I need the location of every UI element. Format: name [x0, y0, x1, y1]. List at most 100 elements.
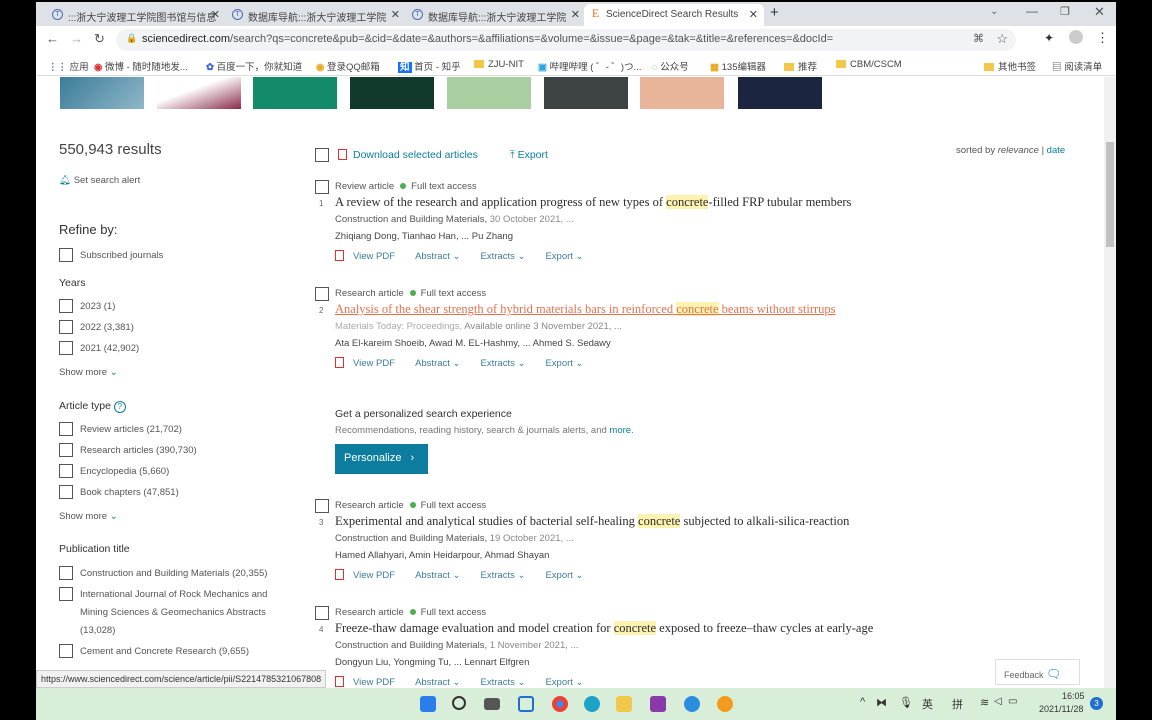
edge-icon[interactable]	[584, 696, 600, 712]
profile-avatar[interactable]	[1069, 30, 1083, 44]
clock-date[interactable]: 2021/11/28	[1039, 704, 1083, 714]
journal-cover[interactable]	[60, 77, 144, 109]
journal-cover[interactable]	[447, 77, 531, 109]
close-tab-icon[interactable]: ✕	[211, 8, 220, 21]
extensions-icon[interactable]: ✦	[1044, 31, 1054, 45]
export-toggle[interactable]: Export ⌄	[545, 251, 583, 262]
reload-icon[interactable]: ↻	[94, 31, 105, 47]
url-input[interactable]: 🔒 sciencedirect.com/search?qs=concrete&pu…	[116, 29, 1016, 51]
restore-button[interactable]: ❐	[1060, 5, 1070, 18]
article-checkbox[interactable]	[315, 499, 329, 513]
download-selected-button[interactable]: Download selected articles	[338, 149, 478, 161]
pub-checkbox[interactable]	[59, 566, 73, 580]
translate-icon[interactable]: ⌘	[973, 32, 984, 45]
type-checkbox[interactable]	[59, 464, 73, 478]
type-checkbox[interactable]	[59, 485, 73, 499]
task-view-icon[interactable]	[484, 698, 500, 710]
bookmark-recommend[interactable]: 推荐	[784, 59, 817, 73]
bookmark-bilibili[interactable]: ▣ 哔哩哔哩 ( ゜- ゜)つ...	[538, 59, 641, 73]
bookmark-zhihu[interactable]: 知 首页 - 知乎	[398, 59, 461, 73]
abstract-toggle[interactable]: Abstract ⌄	[415, 358, 460, 369]
article-title-link[interactable]: Freeze-thaw damage evaluation and model …	[335, 621, 873, 636]
extracts-toggle[interactable]: Extracts ⌄	[481, 358, 526, 369]
journal-cover[interactable]	[350, 77, 434, 109]
type-checkbox[interactable]	[59, 422, 73, 436]
tab-search-icon[interactable]: ⌄	[990, 6, 998, 17]
bookmark-weibo[interactable]: ◉ 微博 - 随时随地发...	[94, 59, 188, 73]
article-title-link[interactable]: Experimental and analytical studies of b…	[335, 514, 849, 529]
export-toggle[interactable]: Export ⌄	[545, 570, 583, 581]
notification-badge[interactable]: 3	[1090, 697, 1103, 710]
view-pdf-link[interactable]: View PDF	[335, 357, 395, 369]
tray-chevron-icon[interactable]: ^	[860, 696, 865, 708]
article-title-link[interactable]: A review of the research and application…	[335, 195, 851, 210]
chrome-icon[interactable]	[552, 696, 568, 712]
search-icon[interactable]	[452, 696, 466, 710]
close-tab-icon[interactable]: ✕	[571, 8, 580, 21]
bookmark-135[interactable]: ▦ 135编辑器	[710, 59, 766, 73]
set-search-alert-link[interactable]: 🔔︎ Set search alert	[59, 175, 140, 186]
abstract-toggle[interactable]: Abstract ⌄	[415, 251, 460, 262]
app-icon[interactable]	[650, 696, 666, 712]
menu-icon[interactable]: ⋮	[1096, 30, 1109, 46]
types-show-more[interactable]: Show more ⌄	[59, 511, 118, 522]
year-checkbox[interactable]	[59, 299, 73, 313]
pub-checkbox[interactable]	[59, 587, 73, 601]
tab-sciencedirect[interactable]: E ScienceDirect Search Results ✕	[584, 4, 764, 26]
minimize-button[interactable]: —	[1026, 4, 1038, 18]
export-button[interactable]: ⤒ Export	[510, 149, 548, 162]
forward-icon[interactable]: →	[70, 31, 83, 46]
tab-database-2[interactable]: T 数据库导航:::浙大宁波理工学院 ✕	[406, 4, 586, 26]
new-tab-button[interactable]: +	[770, 4, 779, 21]
journal-cover[interactable]	[544, 77, 628, 109]
feedback-button[interactable]: Feedback 🗨︎	[995, 659, 1080, 685]
article-checkbox[interactable]	[315, 287, 329, 301]
bookmark-star-icon[interactable]: ☆	[996, 31, 1008, 47]
sort-date[interactable]: date	[1047, 145, 1066, 156]
journal-cover[interactable]	[253, 77, 337, 109]
extracts-toggle[interactable]: Extracts ⌄	[481, 677, 526, 688]
year-checkbox[interactable]	[59, 341, 73, 355]
sort-relevance[interactable]: relevance	[998, 145, 1039, 156]
export-toggle[interactable]: Export ⌄	[545, 677, 583, 688]
close-tab-icon[interactable]: ✕	[391, 8, 400, 21]
bookmark-other[interactable]: 其他书签	[984, 59, 1036, 73]
type-checkbox[interactable]	[59, 443, 73, 457]
bookmark-qqmail[interactable]: ◉ 登录QQ邮箱	[316, 59, 380, 73]
personalize-button[interactable]: Personalize ›	[335, 444, 428, 474]
export-toggle[interactable]: Export ⌄	[545, 358, 583, 369]
wifi-icon[interactable]: ≋	[980, 696, 989, 709]
subscribed-checkbox[interactable]	[59, 248, 73, 262]
pub-checkbox[interactable]	[59, 644, 73, 658]
view-pdf-link[interactable]: View PDF	[335, 569, 395, 581]
extracts-toggle[interactable]: Extracts ⌄	[481, 570, 526, 581]
tab-database-1[interactable]: T 数据库导航:::浙大宁波理工学院 ✕	[226, 4, 406, 26]
close-window-button[interactable]: ✕	[1094, 4, 1105, 20]
file-explorer-icon[interactable]	[616, 696, 632, 712]
scrollbar[interactable]	[1104, 77, 1116, 688]
article-checkbox[interactable]	[315, 180, 329, 194]
article-title-link[interactable]: Analysis of the shear strength of hybrid…	[335, 302, 836, 317]
year-checkbox[interactable]	[59, 320, 73, 334]
journal-cover[interactable]	[157, 77, 241, 109]
more-link[interactable]: more.	[609, 425, 633, 436]
ime-language[interactable]: 英	[922, 696, 933, 712]
close-tab-icon[interactable]: ✕	[749, 8, 758, 21]
bookmark-cbm[interactable]: CBM/CSCM	[836, 59, 902, 70]
reading-list[interactable]: ▤ 阅读清单	[1052, 59, 1102, 73]
view-pdf-link[interactable]: View PDF	[335, 250, 395, 262]
extracts-toggle[interactable]: Extracts ⌄	[481, 251, 526, 262]
tab-library[interactable]: T:::浙大宁波理工学院图书馆与信息 ✕	[46, 4, 226, 26]
bookmark-gongzhonghao[interactable]: ◌ 公众号	[652, 59, 689, 73]
bookmark-baidu[interactable]: ✿ 百度一下，你就知道	[206, 59, 302, 73]
bookmark-zju-nit[interactable]: ZJU-NIT	[474, 59, 524, 70]
scrollbar-thumb[interactable]	[1106, 142, 1114, 247]
help-icon[interactable]: ?	[113, 401, 126, 413]
battery-icon[interactable]: ▭	[1008, 696, 1017, 707]
back-icon[interactable]: ←	[46, 31, 59, 46]
journal-cover[interactable]	[640, 77, 724, 109]
journal-cover[interactable]	[738, 77, 822, 109]
select-all-checkbox[interactable]	[315, 148, 329, 162]
microphone-icon[interactable]: 🎙︎	[899, 696, 913, 709]
abstract-toggle[interactable]: Abstract ⌄	[415, 570, 460, 581]
